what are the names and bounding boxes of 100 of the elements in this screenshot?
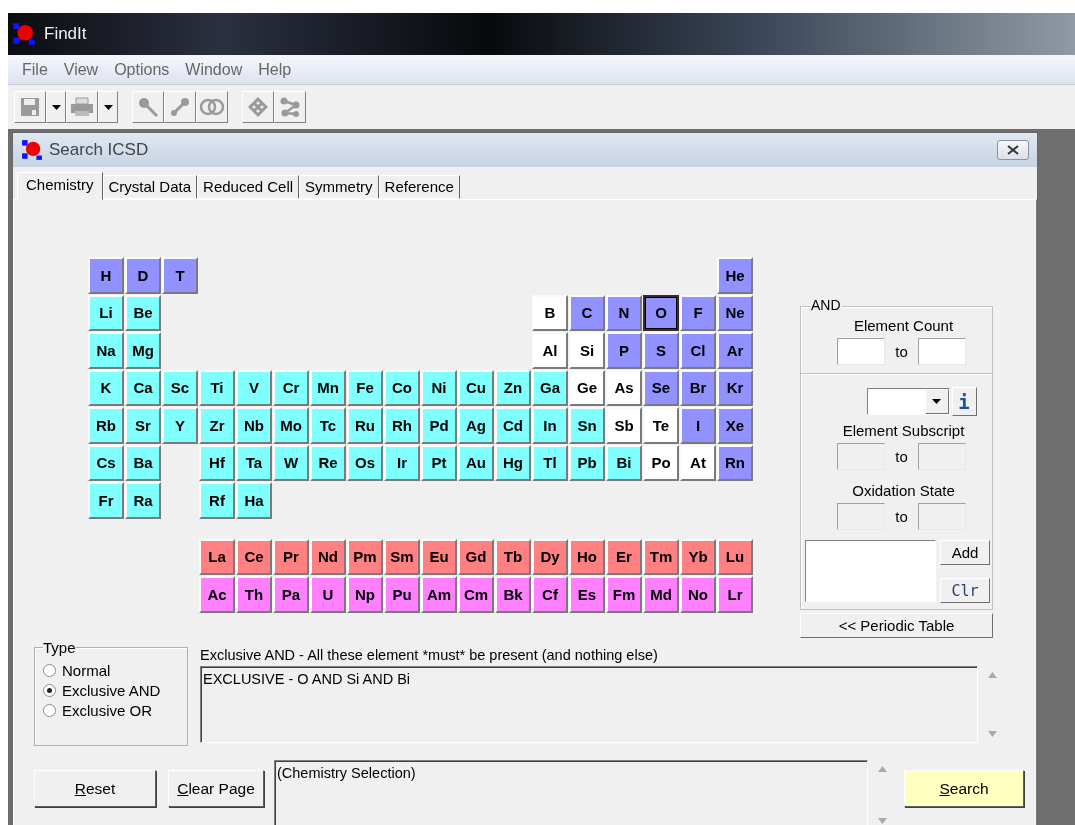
element-button[interactable]: U [310,576,346,613]
element-button[interactable]: Tc [310,407,346,444]
criteria-list[interactable] [805,540,936,602]
element-button[interactable]: Rb [88,407,124,444]
radio-button[interactable] [43,704,56,717]
element-button[interactable]: Ni [421,369,457,406]
reset-button[interactable]: Reset [34,770,156,807]
element-button[interactable]: B [532,294,568,331]
element-button[interactable]: Tm [643,538,679,575]
element-button[interactable]: Sr [125,407,161,444]
element-button[interactable]: Lr [717,576,753,613]
element-button[interactable]: Pt [421,444,457,481]
element-button[interactable]: D [125,257,161,294]
element-button[interactable]: Kr [717,369,753,406]
element-button[interactable]: Br [680,369,716,406]
element-button[interactable]: Li [88,294,124,331]
dropdown-button[interactable] [46,91,66,123]
element-button[interactable]: Pu [384,576,420,613]
element-button[interactable]: In [532,407,568,444]
element-button[interactable]: F [680,294,716,331]
element-button[interactable]: Es [569,576,605,613]
element-button[interactable]: Ho [569,538,605,575]
menu-item[interactable]: Window [177,60,251,79]
element-button[interactable]: Th [236,576,272,613]
element-button[interactable]: Hf [199,444,235,481]
element-button[interactable]: Al [532,332,568,369]
count-from-field[interactable] [837,338,886,365]
element-button[interactable]: Po [643,444,679,481]
element-button[interactable]: I [680,407,716,444]
element-button[interactable]: Sb [606,407,642,444]
element-button[interactable]: Ir [384,444,420,481]
element-button[interactable]: Rf [199,482,235,519]
clear-page-button[interactable]: Clear Page [168,770,264,807]
status-box[interactable]: (Chemistry Selection) [274,760,868,825]
close-button[interactable] [997,140,1029,160]
element-button[interactable]: Ti [199,369,235,406]
rings-button[interactable] [196,91,228,123]
element-button[interactable]: Co [384,369,420,406]
element-button[interactable]: Pm [347,538,383,575]
element-button[interactable]: Sm [384,538,420,575]
element-button[interactable]: Ac [199,576,235,613]
count-to-field[interactable] [917,338,966,365]
diamond-button[interactable] [242,91,274,123]
element-button[interactable]: Fr [88,482,124,519]
element-button[interactable]: T [162,257,198,294]
menu-item[interactable]: File [14,60,56,79]
clear-button[interactable]: Clr [940,578,990,603]
element-button[interactable]: At [680,444,716,481]
element-button[interactable]: Mo [273,407,309,444]
element-button[interactable]: Se [643,369,679,406]
element-button[interactable]: Xe [717,407,753,444]
dropdown-button[interactable] [98,91,118,123]
add-button[interactable]: Add [940,540,990,565]
element-button[interactable]: Eu [421,538,457,575]
element-button[interactable]: Cr [273,369,309,406]
element-button[interactable]: Ta [236,444,272,481]
element-button[interactable]: Er [606,538,642,575]
element-button[interactable]: Gd [458,538,494,575]
element-button[interactable]: Np [347,576,383,613]
element-button[interactable]: Cd [495,407,531,444]
element-button[interactable]: Md [643,576,679,613]
element-button[interactable]: Zr [199,407,235,444]
element-button[interactable]: Ba [125,444,161,481]
element-button[interactable]: As [606,369,642,406]
element-button[interactable]: Sn [569,407,605,444]
element-button[interactable]: Cf [532,576,568,613]
tab[interactable]: Chemistry [17,172,103,200]
element-button[interactable]: Bi [606,444,642,481]
element-button[interactable]: Ce [236,538,272,575]
element-button[interactable]: Re [310,444,346,481]
element-button[interactable]: Yb [680,538,716,575]
element-button[interactable]: Am [421,576,457,613]
bond-button[interactable] [164,91,196,123]
search-button[interactable]: Search [904,770,1024,807]
element-button[interactable]: Ge [569,369,605,406]
element-button[interactable]: Y [162,407,198,444]
element-button[interactable]: Nd [310,538,346,575]
element-button[interactable]: Dy [532,538,568,575]
element-button[interactable]: Nb [236,407,272,444]
menu-item[interactable]: Options [106,60,178,79]
menu-item[interactable]: View [55,60,107,79]
element-button[interactable]: O [643,294,679,331]
element-button[interactable]: Sc [162,369,198,406]
menu-item[interactable]: Help [250,60,300,79]
element-button[interactable]: Rh [384,407,420,444]
element-button[interactable]: Pb [569,444,605,481]
element-button[interactable]: P [606,332,642,369]
tab[interactable]: Reduced Cell [197,175,300,199]
element-button[interactable]: Te [643,407,679,444]
radio-button[interactable] [43,684,56,697]
element-button[interactable]: Ra [125,482,161,519]
save-button[interactable] [14,91,46,123]
element-button[interactable]: Fm [606,576,642,613]
element-button[interactable]: Mn [310,369,346,406]
element-button[interactable]: V [236,369,272,406]
element-button[interactable]: Cl [680,332,716,369]
element-button[interactable]: C [569,294,605,331]
element-button[interactable]: W [273,444,309,481]
element-button[interactable]: Lu [717,538,753,575]
tab[interactable]: Symmetry [299,175,379,199]
